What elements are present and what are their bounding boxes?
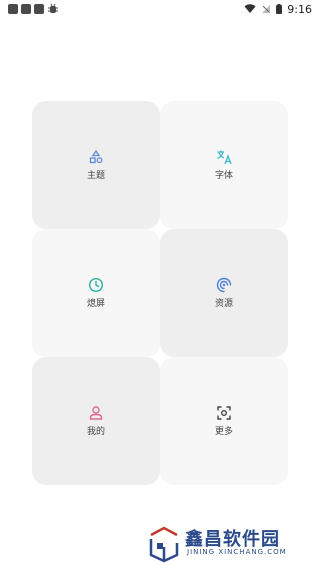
tile-label: 字体 [214, 170, 233, 181]
status-time: 9:16 [287, 2, 312, 16]
tile-font[interactable]: 字体 [160, 101, 288, 229]
system-icons: 9:16 [244, 3, 312, 16]
swirl-icon [216, 277, 232, 292]
notification-square-icon [21, 4, 31, 14]
tile-label: 我的 [86, 426, 105, 437]
watermark-subtitle: JINING XINCHANG.COM [187, 548, 287, 556]
notification-icons [8, 3, 59, 15]
feature-grid: 主题 字体 熄屏 资源 我的 更多 [32, 101, 288, 485]
scan-frame-icon [217, 405, 231, 420]
clock-icon [88, 277, 104, 292]
watermark-logo: 鑫昌软件园 JINING XINCHANG.COM [145, 523, 305, 563]
cube-logo-icon [149, 526, 179, 563]
notification-square-icon [8, 4, 18, 14]
tile-mine[interactable]: 我的 [32, 357, 160, 485]
bug-icon [48, 3, 58, 13]
tile-theme[interactable]: 主题 [32, 101, 160, 229]
tile-resources[interactable]: 资源 [160, 229, 288, 357]
translate-icon [217, 150, 232, 164]
tile-label: 熄屏 [86, 298, 105, 309]
no-signal-icon [262, 5, 271, 13]
battery-icon [276, 4, 283, 14]
person-icon [89, 405, 103, 420]
tile-screen-off[interactable]: 熄屏 [32, 229, 160, 357]
tile-label: 更多 [214, 426, 233, 437]
status-bar: 9:16 [0, 0, 320, 18]
notification-square-icon [34, 4, 44, 14]
tile-more[interactable]: 更多 [160, 357, 288, 485]
shapes-icon [89, 149, 103, 163]
tile-label: 资源 [214, 298, 233, 309]
wifi-icon [244, 4, 256, 13]
tile-label: 主题 [86, 170, 105, 181]
